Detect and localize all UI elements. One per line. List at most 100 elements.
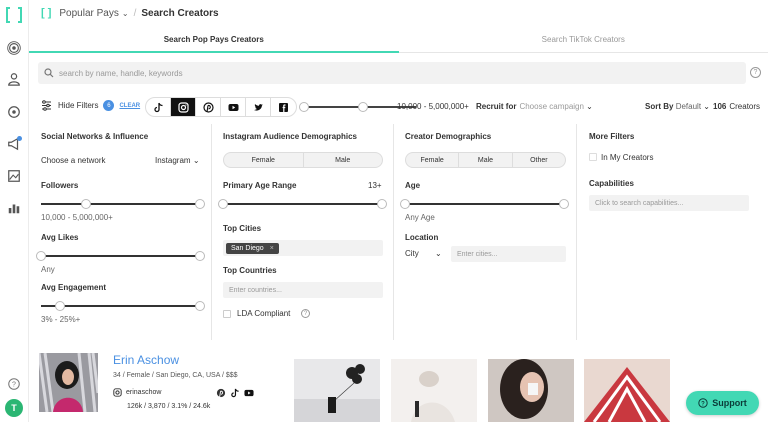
top-cities-input[interactable]: San Diego × — [223, 240, 383, 256]
slider-min-handle[interactable] — [400, 199, 410, 209]
popular-pays-logo[interactable] — [5, 6, 23, 24]
audience-gender-male[interactable]: Male — [304, 153, 383, 167]
capabilities-input[interactable]: Click to search capabilities... — [589, 195, 749, 211]
primary-age-value: 13+ — [368, 181, 382, 190]
search-help-icon[interactable]: ? — [750, 67, 761, 78]
location-type-value: City — [405, 249, 419, 258]
filter-toolbar: Hide Filters 6 CLEAR 10,000 - 5,000,000+… — [29, 96, 768, 118]
content-thumbnail[interactable] — [294, 359, 380, 422]
creator-photo[interactable] — [39, 353, 98, 412]
primary-age-slider[interactable] — [218, 199, 387, 209]
hide-filters-button[interactable]: Hide Filters 6 CLEAR — [41, 100, 140, 111]
avg-likes-value: Any — [41, 265, 55, 274]
top-countries-input[interactable]: Enter countries... — [223, 282, 383, 298]
support-button[interactable]: ? Support — [686, 391, 759, 415]
content-thumbnail[interactable] — [488, 359, 574, 422]
twitter-icon[interactable] — [246, 98, 271, 116]
creator-network-icons — [216, 388, 254, 398]
top-countries-label: Top Countries — [223, 266, 277, 275]
avg-engagement-slider[interactable] — [41, 301, 205, 311]
social-networks-title: Social Networks & Influence — [41, 132, 149, 141]
breadcrumb-section[interactable]: Popular Pays — [59, 8, 118, 19]
bracket-logo-icon: [ ] — [41, 7, 52, 19]
slider-min-handle[interactable] — [218, 199, 228, 209]
cities-input[interactable]: Enter cities... — [451, 246, 566, 262]
social-networks-column: Social Networks & Influence Choose a net… — [29, 124, 212, 340]
slider-max-handle[interactable] — [195, 199, 205, 209]
instagram-icon[interactable] — [171, 98, 196, 116]
gallery-icon[interactable] — [6, 168, 22, 184]
followers-slider[interactable] — [41, 199, 205, 209]
tiktok-icon[interactable] — [230, 388, 240, 398]
info-icon[interactable]: ? — [301, 309, 310, 318]
chevron-down-icon: ⌄ — [583, 102, 593, 111]
recruit-placeholder: Choose campaign — [519, 102, 584, 111]
filter-count-badge: 6 — [103, 100, 115, 111]
search-bar — [38, 62, 746, 84]
breadcrumb-separator: / — [133, 7, 137, 19]
followers-label: Followers — [41, 181, 79, 190]
location-type-select[interactable]: City ⌄ — [405, 249, 442, 258]
creator-gender-female[interactable]: Female — [406, 153, 460, 167]
slider-min-handle[interactable] — [55, 301, 65, 311]
eye-cycle-icon[interactable] — [6, 104, 22, 120]
age-value: Any Age — [405, 213, 435, 222]
svg-text:?: ? — [12, 382, 16, 389]
sliders-icon — [42, 100, 51, 111]
sort-by-select[interactable]: Sort By Default ⌄ — [645, 102, 710, 111]
in-my-creators-checkbox[interactable] — [589, 153, 597, 161]
tab-tiktok-creators[interactable]: Search TikTok Creators — [399, 27, 768, 52]
slider-max-handle[interactable] — [195, 301, 205, 311]
facebook-icon[interactable] — [271, 98, 296, 116]
creator-count-label: Creators — [729, 102, 761, 111]
audience-gender-female[interactable]: Female — [224, 153, 304, 167]
clear-filters-link[interactable]: CLEAR — [119, 103, 140, 109]
creator-card[interactable]: Erin Aschow 34 / Female / San Diego, CA,… — [29, 346, 768, 422]
slider-min-handle[interactable] — [81, 199, 91, 209]
tiktok-icon[interactable] — [146, 98, 171, 116]
slider-min-handle[interactable] — [36, 251, 46, 261]
youtube-icon[interactable] — [244, 388, 254, 398]
chip-remove-icon[interactable]: × — [270, 245, 274, 252]
sort-value: Default — [675, 102, 702, 111]
svg-text:?: ? — [701, 401, 705, 407]
tab-pop-pays-creators[interactable]: Search Pop Pays Creators — [29, 27, 399, 53]
megaphone-icon[interactable] — [6, 136, 22, 152]
creator-gender-toggle: Female Male Other — [405, 152, 566, 168]
avg-engagement-label: Avg Engagement — [41, 283, 107, 292]
lda-compliant-checkbox[interactable] — [223, 310, 231, 318]
creator-gender-other[interactable]: Other — [513, 153, 565, 167]
creator-name[interactable]: Erin Aschow — [113, 353, 179, 367]
range-max-handle[interactable] — [358, 102, 368, 112]
creator-gender-male[interactable]: Male — [459, 153, 513, 167]
avg-likes-slider[interactable] — [36, 251, 205, 261]
filter-panel: Social Networks & Influence Choose a net… — [29, 124, 768, 340]
follower-range-value: 10,000 - 5,000,000+ — [397, 102, 469, 111]
pinterest-icon[interactable] — [196, 98, 221, 116]
user-avatar[interactable]: T — [5, 399, 23, 417]
slider-max-handle[interactable] — [559, 199, 569, 209]
slider-max-handle[interactable] — [377, 199, 387, 209]
youtube-icon[interactable] — [221, 98, 246, 116]
content-thumbnail[interactable] — [391, 359, 477, 422]
support-label: Support — [712, 398, 747, 408]
creator-age-slider[interactable] — [400, 199, 569, 209]
help-circle-icon[interactable]: ? — [6, 376, 22, 392]
broadcast-icon[interactable] — [6, 40, 22, 56]
instagram-icon — [113, 388, 122, 397]
search-input[interactable] — [59, 68, 719, 78]
recruit-for-select[interactable]: Recruit for Choose campaign ⌄ — [476, 102, 593, 111]
avg-likes-label: Avg Likes — [41, 233, 79, 242]
range-min-handle[interactable] — [299, 102, 309, 112]
bar-chart-icon[interactable] — [6, 200, 22, 216]
audience-demographics-title: Instagram Audience Demographics — [223, 132, 357, 141]
chevron-down-icon[interactable]: ⌄ — [122, 9, 129, 18]
network-select[interactable]: Instagram ⌄ — [155, 156, 200, 165]
content-thumbnail[interactable] — [584, 359, 670, 422]
user-icon[interactable] — [6, 71, 22, 87]
pinterest-icon[interactable] — [216, 388, 226, 398]
top-cities-label: Top Cities — [223, 224, 262, 233]
slider-max-handle[interactable] — [195, 251, 205, 261]
sort-label: Sort By — [645, 102, 674, 111]
creator-handle[interactable]: erinaschow — [113, 388, 161, 397]
